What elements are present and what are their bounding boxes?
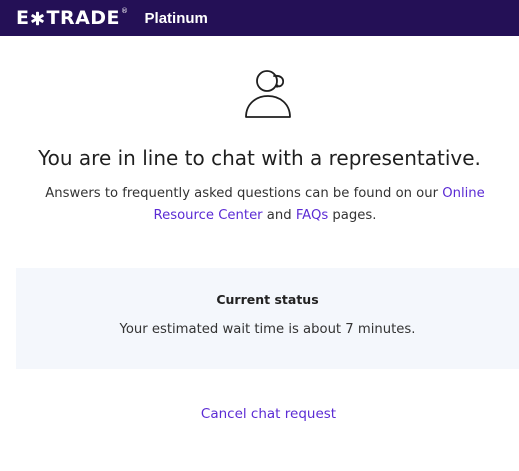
- etrade-logo[interactable]: E TRADE ®: [16, 6, 129, 29]
- registered-mark: ®: [121, 6, 129, 15]
- wait-time-message: Your estimated wait time is about 7 minu…: [119, 322, 416, 337]
- help-text-prefix: Answers to frequently asked questions ca…: [45, 186, 443, 201]
- page-headline: You are in line to chat with a represent…: [38, 146, 481, 170]
- logo-text-trade: TRADE: [46, 6, 121, 29]
- tier-label: Platinum: [144, 10, 208, 27]
- status-title: Current status: [216, 292, 319, 307]
- status-panel: Current status Your estimated wait time …: [16, 268, 519, 369]
- help-text: Answers to frequently asked questions ca…: [30, 183, 500, 227]
- chat-representative-icon: [245, 70, 291, 118]
- top-bar: E TRADE ® Platinum: [0, 0, 519, 36]
- logo-text-e: E: [16, 6, 30, 29]
- faqs-link[interactable]: FAQs: [296, 208, 328, 223]
- cancel-chat-request-link[interactable]: Cancel chat request: [0, 406, 519, 422]
- logo-star-icon: [31, 11, 45, 25]
- help-text-suffix: pages.: [328, 208, 377, 223]
- help-text-middle: and: [262, 208, 296, 223]
